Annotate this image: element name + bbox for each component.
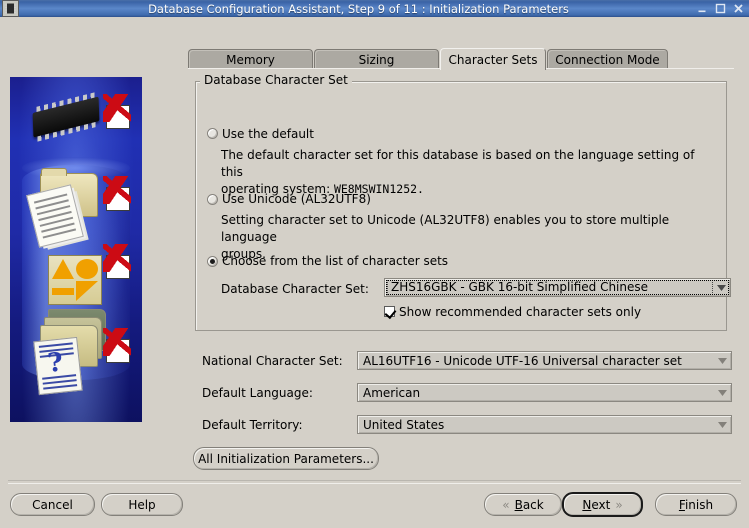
database-character-set-select[interactable]: ZHS16GBK - GBK 16-bit Simplified Chinese	[384, 278, 731, 297]
finish-label: Finish	[679, 498, 713, 512]
show-recommended-checkbox[interactable]	[384, 306, 395, 317]
national-character-set-value: AL16UTF16 - Unicode UTF-16 Universal cha…	[363, 353, 682, 368]
use-the-default-description: The default character set for this datab…	[221, 147, 716, 198]
all-initialization-parameters-button[interactable]: All Initialization Parameters...	[193, 447, 379, 470]
tab-label: Memory	[226, 52, 275, 67]
default-language-label: Default Language:	[202, 386, 313, 400]
help-button[interactable]: Help	[101, 493, 183, 516]
chevron-down-icon[interactable]	[714, 384, 731, 401]
back-rest: ack	[522, 497, 544, 512]
cancel-button[interactable]: Cancel	[10, 493, 95, 516]
radio-choose-from-list[interactable]	[207, 256, 218, 267]
default-territory-value: United States	[363, 417, 445, 432]
show-recommended-label: Show recommended character sets only	[399, 305, 642, 319]
next-button[interactable]: Next »	[562, 492, 643, 517]
close-button[interactable]	[732, 2, 745, 15]
tabstrip: Memory Sizing Character Sets Connection …	[188, 48, 734, 70]
groupbox-title: Database Character Set	[200, 74, 352, 86]
next-label: Next	[582, 498, 610, 512]
radio-use-the-default[interactable]	[207, 128, 218, 139]
dbca-app-icon	[2, 0, 19, 17]
tab-connection-mode[interactable]: Connection Mode	[547, 49, 668, 69]
radio-label-use-unicode: Use Unicode (AL32UTF8)	[222, 192, 371, 206]
next-rest: ext	[591, 497, 611, 512]
back-button[interactable]: « Back	[484, 493, 562, 516]
default-territory-select[interactable]: United States	[357, 415, 732, 434]
banner-check-1	[103, 94, 131, 129]
finish-rest: inish	[684, 497, 714, 512]
chevron-down-icon[interactable]	[714, 416, 731, 433]
footer-separator	[8, 480, 741, 484]
national-character-set-label: National Character Set:	[202, 354, 343, 368]
chevron-down-icon[interactable]	[713, 279, 730, 296]
chevron-down-icon[interactable]	[714, 352, 731, 369]
tab-memory[interactable]: Memory	[188, 49, 313, 69]
cancel-label: Cancel	[32, 497, 73, 512]
chip-illustration	[32, 96, 100, 138]
tab-label: Sizing	[358, 52, 395, 67]
radio-use-unicode[interactable]	[207, 194, 218, 205]
chevron-left-double-icon: «	[502, 497, 510, 512]
database-character-set-value: ZHS16GBK - GBK 16-bit Simplified Chinese	[387, 280, 713, 295]
database-character-set-label: Database Character Set:	[221, 282, 369, 296]
question-doc-illustration: ?	[33, 336, 83, 396]
national-character-set-select[interactable]: AL16UTF16 - Unicode UTF-16 Universal cha…	[357, 351, 732, 370]
default-language-select[interactable]: American	[357, 383, 732, 402]
default-language-value: American	[363, 385, 421, 400]
banner-check-4	[103, 328, 131, 363]
back-label: Back	[515, 498, 544, 512]
desc-line-1: The default character set for this datab…	[221, 148, 695, 179]
window-controls	[696, 2, 745, 15]
window-body: ? Memory Sizing Character Sets Connectio…	[0, 17, 749, 528]
radio-label-use-the-default: Use the default	[222, 127, 314, 141]
help-label: Help	[128, 497, 156, 512]
wizard-banner-image: ?	[10, 77, 142, 422]
default-territory-label: Default Territory:	[202, 418, 303, 432]
back-mnemonic: B	[514, 497, 523, 512]
all-initialization-parameters-label: All Initialization Parameters...	[198, 451, 374, 466]
banner-check-3	[103, 244, 131, 279]
minimize-button[interactable]	[696, 2, 709, 15]
next-mnemonic: N	[582, 497, 592, 512]
maximize-button[interactable]	[714, 2, 727, 15]
tab-sizing[interactable]: Sizing	[314, 49, 439, 69]
chevron-right-double-icon: »	[615, 497, 623, 512]
window-title: Database Configuration Assistant, Step 9…	[148, 1, 569, 16]
finish-button[interactable]: Finish	[655, 493, 737, 516]
window-titlebar: Database Configuration Assistant, Step 9…	[0, 0, 749, 17]
tab-character-sets[interactable]: Character Sets	[440, 48, 546, 70]
shapes-illustration	[48, 255, 102, 305]
tab-label: Connection Mode	[555, 52, 660, 67]
tab-label: Character Sets	[448, 52, 538, 67]
desc-line-1: Setting character set to Unicode (AL32UT…	[221, 213, 670, 244]
banner-check-2	[103, 176, 131, 211]
radio-label-choose-from-list: Choose from the list of character sets	[222, 254, 449, 268]
